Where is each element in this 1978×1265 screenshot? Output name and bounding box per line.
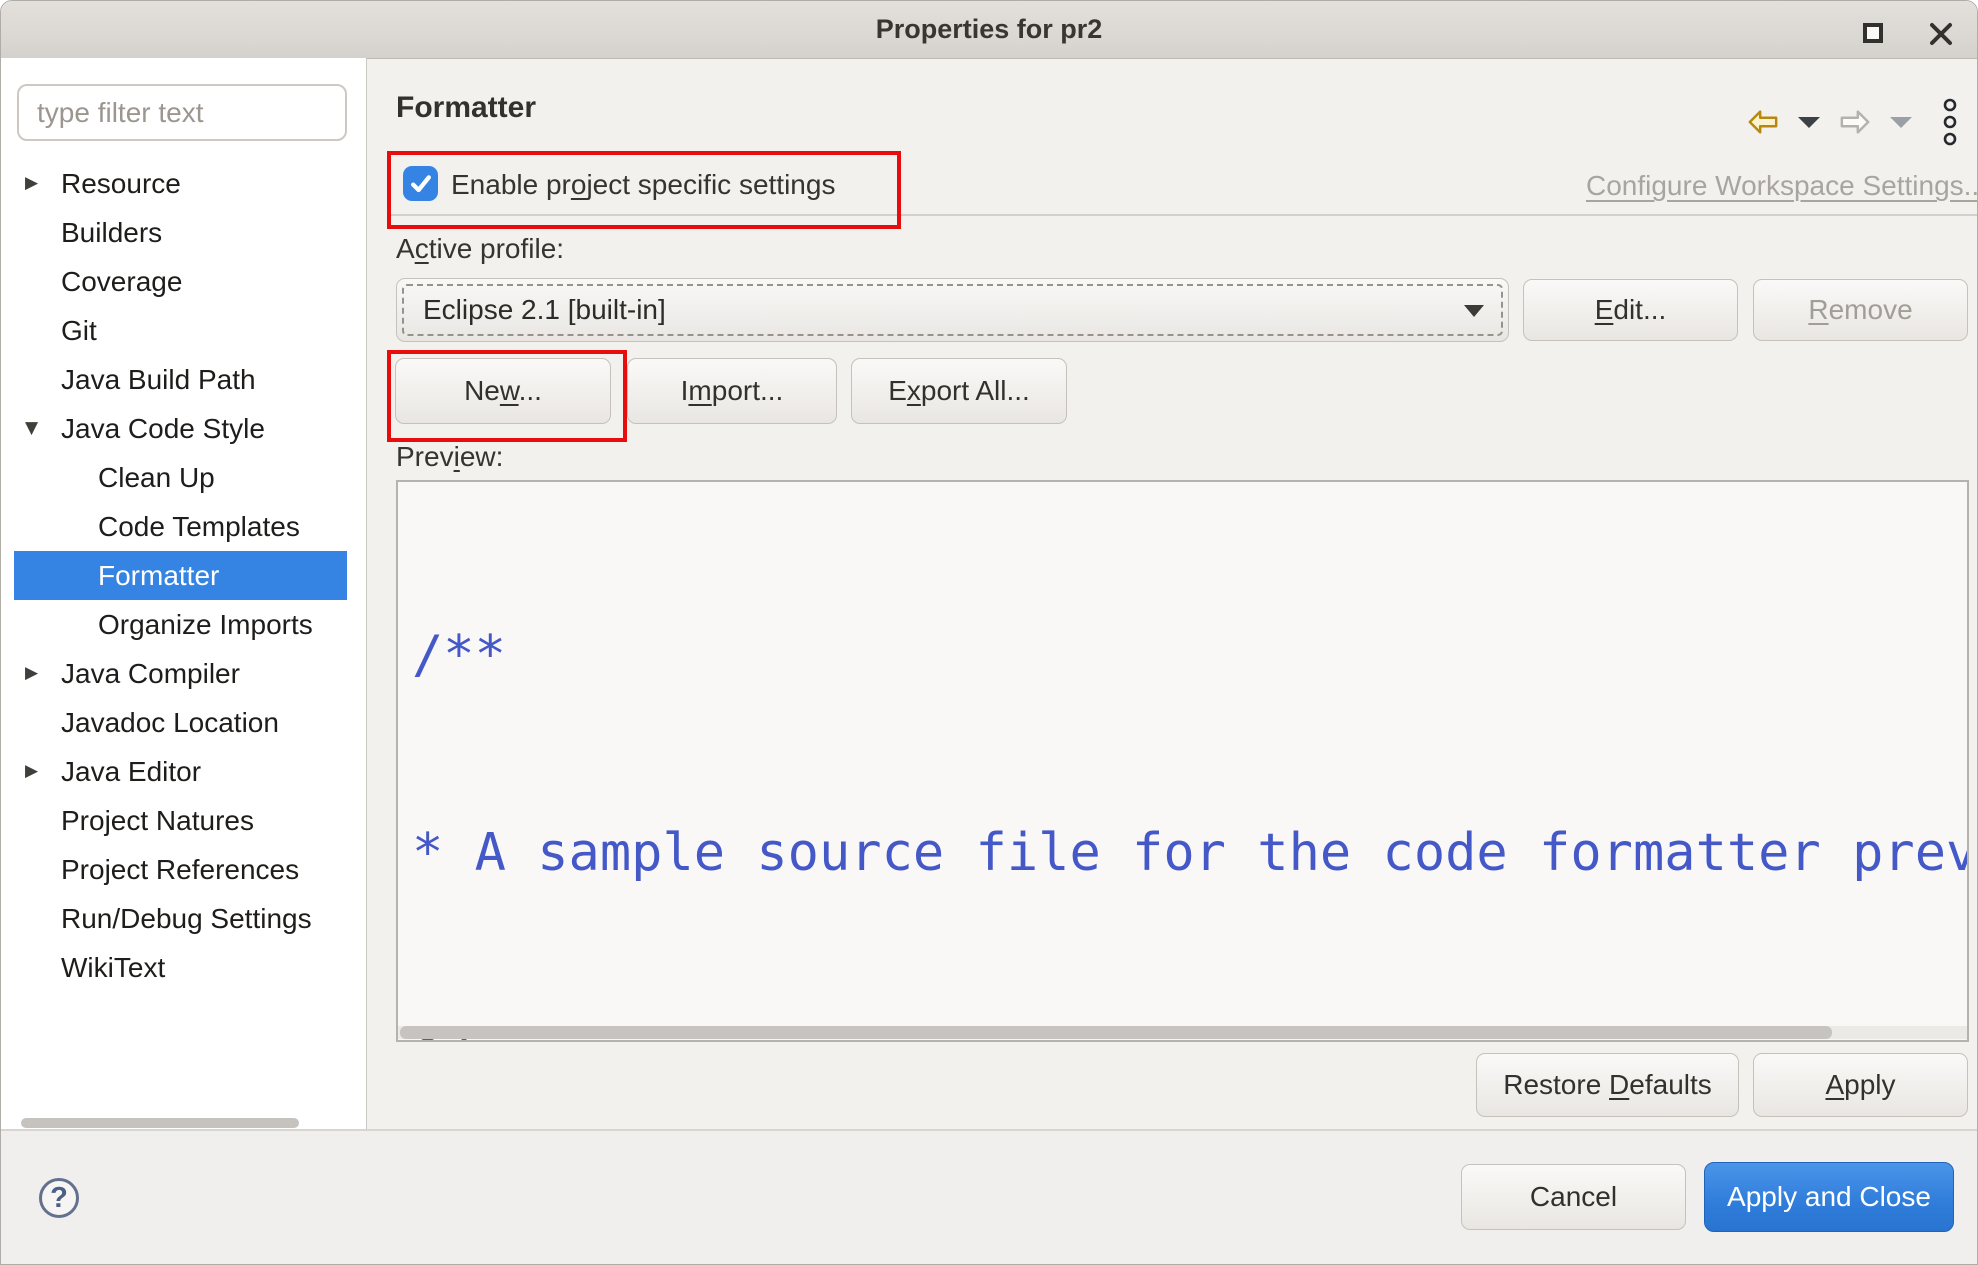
dialog-button-bar: ? Cancel Apply and Close bbox=[1, 1129, 1978, 1265]
section-separator bbox=[389, 214, 1978, 216]
new-profile-button[interactable]: New... bbox=[395, 358, 611, 424]
sidebar-item-label: Run/Debug Settings bbox=[61, 903, 312, 935]
apply-button[interactable]: Apply bbox=[1753, 1053, 1968, 1117]
active-profile-value: Eclipse 2.1 [built-in] bbox=[423, 294, 666, 326]
enable-project-settings-label[interactable]: Enable project specific settings bbox=[451, 169, 835, 201]
preview-horizontal-scrollbar[interactable] bbox=[398, 1026, 1967, 1039]
edit-button[interactable]: Edit... bbox=[1523, 279, 1738, 341]
sidebar-item-label: Java Code Style bbox=[61, 413, 265, 445]
page-title: Formatter bbox=[396, 91, 536, 125]
preview-scrollbar-thumb[interactable] bbox=[400, 1026, 1832, 1039]
help-button[interactable]: ? bbox=[39, 1178, 79, 1218]
sidebar-item-label: Project Natures bbox=[61, 805, 254, 837]
forward-history-dropdown-icon[interactable] bbox=[1889, 116, 1913, 129]
sidebar-item-label: Coverage bbox=[61, 266, 182, 298]
sidebar-item-label: Javadoc Location bbox=[61, 707, 279, 739]
sidebar-item-coverage[interactable]: Coverage bbox=[14, 257, 347, 306]
sidebar-item-label: Organize Imports bbox=[98, 609, 313, 641]
sidebar-item-organize-imports[interactable]: Organize Imports bbox=[14, 600, 347, 649]
sidebar-item-label: Resource bbox=[61, 168, 181, 200]
forward-button[interactable] bbox=[1839, 108, 1871, 136]
tree-expander-icon[interactable]: ▶ bbox=[25, 649, 61, 698]
sidebar-item-clean-up[interactable]: Clean Up bbox=[14, 453, 347, 502]
sidebar-item-label: Git bbox=[61, 315, 97, 347]
sidebar-item-label: Java Editor bbox=[61, 756, 201, 788]
sidebar-item-java-editor[interactable]: ▶ Java Editor bbox=[14, 747, 347, 796]
configure-workspace-settings-link[interactable]: Configure Workspace Settings... bbox=[1586, 170, 1978, 202]
sidebar-item-project-references[interactable]: Project References bbox=[14, 845, 347, 894]
import-button[interactable]: Import... bbox=[627, 358, 837, 424]
sidebar-item-label: WikiText bbox=[61, 952, 165, 984]
preferences-sidebar: ▶ Resource Builders Coverage Git Java Bu… bbox=[1, 58, 367, 1129]
maximize-button[interactable] bbox=[1863, 23, 1883, 43]
restore-defaults-button[interactable]: Restore Defaults bbox=[1476, 1053, 1739, 1117]
remove-button[interactable]: Remove bbox=[1753, 279, 1968, 341]
view-menu-icon[interactable] bbox=[1943, 98, 1957, 146]
cancel-button[interactable]: Cancel bbox=[1461, 1164, 1686, 1230]
sidebar-item-java-compiler[interactable]: ▶ Java Compiler bbox=[14, 649, 347, 698]
sidebar-item-java-build-path[interactable]: Java Build Path bbox=[14, 355, 347, 404]
tree-expander-icon[interactable]: ▶ bbox=[25, 159, 61, 208]
page-navigation bbox=[1747, 98, 1957, 146]
title-bar[interactable]: Properties for pr2 bbox=[1, 1, 1977, 59]
sidebar-item-label: Clean Up bbox=[98, 462, 215, 494]
combo-dropdown-icon bbox=[1464, 305, 1484, 317]
sidebar-item-label: Java Build Path bbox=[61, 364, 256, 396]
preferences-tree: ▶ Resource Builders Coverage Git Java Bu… bbox=[1, 159, 367, 992]
sidebar-item-project-natures[interactable]: Project Natures bbox=[14, 796, 347, 845]
sidebar-item-label: Code Templates bbox=[98, 511, 300, 543]
sidebar-item-label: Formatter bbox=[98, 560, 219, 592]
formatter-settings-panel: Formatter En bbox=[367, 58, 1978, 1129]
sidebar-item-formatter[interactable]: Formatter bbox=[14, 551, 347, 600]
back-button[interactable] bbox=[1747, 108, 1779, 136]
sidebar-item-resource[interactable]: ▶ Resource bbox=[14, 159, 347, 208]
sidebar-item-git[interactable]: Git bbox=[14, 306, 347, 355]
code-preview-text: /** * A sample source file for the code … bbox=[398, 482, 1967, 1042]
sidebar-item-run-debug-settings[interactable]: Run/Debug Settings bbox=[14, 894, 347, 943]
filter-input[interactable] bbox=[17, 84, 347, 141]
code-preview-pane: /** * A sample source file for the code … bbox=[396, 480, 1969, 1042]
properties-dialog: Properties for pr2 ▶ Resource Builders C… bbox=[0, 0, 1978, 1265]
active-profile-select[interactable]: Eclipse 2.1 [built-in] bbox=[396, 278, 1509, 342]
close-icon bbox=[1929, 22, 1953, 46]
sidebar-item-label: Project References bbox=[61, 854, 299, 886]
sidebar-horizontal-scrollbar[interactable] bbox=[21, 1118, 299, 1128]
sidebar-item-java-code-style[interactable]: ▼ Java Code Style bbox=[14, 404, 347, 453]
back-history-dropdown-icon[interactable] bbox=[1797, 116, 1821, 129]
tree-expander-icon[interactable]: ▶ bbox=[25, 747, 61, 796]
sidebar-item-label: Java Compiler bbox=[61, 658, 240, 690]
window-title: Properties for pr2 bbox=[876, 14, 1103, 45]
tree-expander-icon[interactable]: ▼ bbox=[25, 404, 61, 453]
sidebar-item-builders[interactable]: Builders bbox=[14, 208, 347, 257]
sidebar-item-javadoc-location[interactable]: Javadoc Location bbox=[14, 698, 347, 747]
apply-and-close-button[interactable]: Apply and Close bbox=[1704, 1162, 1954, 1232]
sidebar-item-label: Builders bbox=[61, 217, 162, 249]
active-profile-label: Active profile: bbox=[396, 233, 564, 265]
sidebar-item-wikitext[interactable]: WikiText bbox=[14, 943, 347, 992]
checkmark-icon bbox=[409, 172, 433, 196]
sidebar-item-code-templates[interactable]: Code Templates bbox=[14, 502, 347, 551]
question-mark-icon: ? bbox=[50, 1182, 68, 1215]
enable-project-settings-checkbox[interactable] bbox=[403, 166, 438, 201]
preview-label: Preview: bbox=[396, 441, 503, 473]
close-button[interactable] bbox=[1929, 22, 1953, 51]
export-all-button[interactable]: Export All... bbox=[851, 358, 1067, 424]
